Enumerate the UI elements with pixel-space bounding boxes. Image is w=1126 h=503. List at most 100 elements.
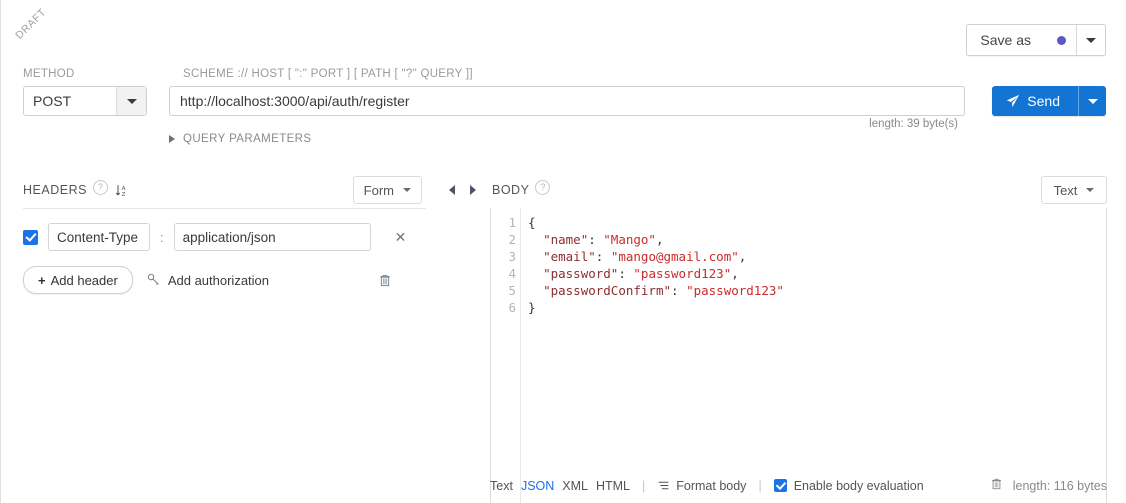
code-token-str: "mango@gmail.com" [610, 249, 739, 264]
query-parameters-toggle[interactable]: QUERY PARAMETERS [169, 133, 311, 145]
panel-collapse-controls [441, 172, 462, 208]
editor-line-number: 5 [508, 283, 516, 298]
key-icon [147, 273, 159, 285]
question-circle-icon[interactable]: ? [535, 179, 551, 195]
code-token-punc: } [528, 300, 536, 315]
headers-list: Content-Type : application/json ✕ [1, 209, 462, 251]
code-token-str: "Mango" [603, 232, 656, 247]
body-toolbar-right: length: 116 bytes [990, 477, 1107, 494]
code-token-key: "passwordConfirm" [543, 283, 671, 298]
divider: | [642, 478, 646, 493]
draft-ribbon-fold [1, 0, 59, 58]
code-token-str: "password123" [633, 266, 732, 281]
trash-icon[interactable] [990, 477, 1003, 494]
code-token-key: "email" [543, 249, 596, 264]
save-as-dropdown-button[interactable] [1076, 25, 1105, 55]
enable-body-evaluation-toggle[interactable]: Enable body evaluation [773, 478, 924, 493]
method-dropdown-button[interactable] [116, 87, 146, 115]
code-token-punc: , [731, 266, 739, 281]
enable-body-evaluation-checkbox[interactable] [773, 479, 787, 492]
code-token-punc: , [738, 249, 747, 264]
trash-icon[interactable] [378, 273, 392, 288]
chevron-down-icon [1086, 37, 1096, 43]
collapse-right-button[interactable] [462, 172, 483, 208]
url-input[interactable]: http://localhost:3000/api/auth/register [169, 86, 965, 116]
headers-title: HEADERS [23, 183, 87, 197]
headers-panel-header: HEADERS ? A Z Form [1, 172, 462, 208]
table-row: Content-Type : application/json ✕ [1, 209, 462, 251]
body-view-mode-select[interactable]: Text [1041, 176, 1107, 204]
editor-code-line: "name": "Mango", [528, 231, 1106, 248]
add-header-button[interactable]: + Add header [23, 266, 133, 294]
headers-view-mode-select[interactable]: Form [352, 176, 422, 204]
body-panel: BODY ? Text 1 2 3 4 5 6 { "name": "Mango", "e… [462, 172, 1126, 503]
svg-text:Z: Z [122, 191, 126, 197]
question-circle-icon[interactable]: ? [92, 179, 108, 195]
triangle-right-icon [169, 135, 175, 143]
align-lines-icon [658, 481, 669, 490]
draft-ribbon-label: DRAFT [13, 6, 49, 42]
save-as-control: Save as [966, 24, 1106, 56]
method-label: METHOD [23, 68, 75, 80]
send-button[interactable]: Send [992, 86, 1078, 116]
save-as-button[interactable]: Save as [967, 25, 1076, 55]
body-panel-header: BODY ? Text [462, 172, 1126, 208]
code-token-punc: : [588, 232, 604, 247]
triangle-right-icon [469, 185, 476, 195]
header-separator: : [160, 229, 164, 245]
header-key-input[interactable]: Content-Type [48, 223, 150, 251]
editor-line-number: 4 [508, 266, 516, 281]
add-authorization-button[interactable]: Add authorization [147, 273, 269, 288]
chevron-down-icon [403, 188, 411, 192]
editor-line-number: 1 [508, 215, 516, 230]
code-token-key: "password" [543, 266, 619, 281]
editor-code-line: "passwordConfirm": "password123" [528, 282, 1106, 299]
method-value: POST [33, 93, 72, 109]
code-token-punc: : [618, 266, 634, 281]
headers-panel: HEADERS ? A Z Form Content-Type: applic… [1, 172, 462, 503]
body-title: BODY [492, 183, 530, 197]
chevron-down-icon [126, 98, 137, 104]
chevron-down-icon [1087, 98, 1098, 104]
editor-line-numbers: 1 2 3 4 5 6 [491, 208, 521, 503]
format-body-button[interactable]: Format body [657, 479, 746, 493]
code-token-punc: : [595, 249, 611, 264]
format-tab-text[interactable]: Text [490, 479, 513, 493]
body-editor[interactable]: 1 2 3 4 5 6 { "name": "Mango", "email": "mang… [490, 208, 1107, 503]
enable-body-evaluation-label: Enable body evaluation [793, 478, 924, 493]
save-as-label: Save as [980, 32, 1031, 48]
editor-code[interactable]: { "name": "Mango", "email": "mango@gmail… [521, 208, 1106, 503]
paper-plane-icon [1007, 94, 1020, 108]
body-toolbar: Text JSON XML HTML | Format body | Enabl… [490, 477, 1107, 494]
editor-line-number: 2 [508, 232, 516, 247]
collapse-left-button[interactable] [441, 172, 462, 208]
send-label: Send [1027, 93, 1060, 109]
format-tab-xml[interactable]: XML [562, 479, 588, 493]
plus-icon: + [38, 272, 46, 288]
editor-code-line: "email": "mango@gmail.com", [528, 248, 1106, 265]
method-select[interactable]: POST [23, 86, 147, 116]
header-enabled-checkbox[interactable] [23, 229, 38, 245]
editor-code-line: } [528, 299, 1106, 316]
format-body-label: Format body [676, 478, 747, 493]
divider: | [758, 478, 762, 493]
editor-code-line: { [528, 214, 1106, 231]
code-token-key: "name" [543, 232, 589, 247]
code-token-str: "password123" [686, 283, 784, 298]
triangle-left-icon [448, 185, 455, 195]
editor-line-number: 3 [508, 249, 516, 264]
format-tab-json[interactable]: JSON [521, 479, 554, 493]
close-icon[interactable]: ✕ [395, 229, 407, 246]
body-view-mode-value: Text [1053, 182, 1078, 198]
draft-ribbon: DRAFT [1, 0, 59, 58]
format-tab-html[interactable]: HTML [596, 479, 630, 493]
url-length-text: length: 39 byte(s) [869, 118, 958, 130]
headers-actions: + Add header Add authorization [1, 251, 462, 294]
sort-alpha-down-icon[interactable]: A Z [115, 183, 130, 198]
header-value-input[interactable]: application/json [173, 223, 371, 251]
add-header-label: Add header [50, 272, 118, 288]
send-dropdown-button[interactable] [1078, 86, 1106, 116]
add-authorization-label: Add authorization [167, 272, 270, 288]
code-token-punc: { [528, 215, 536, 230]
editor-line-number: 6 [508, 300, 516, 315]
